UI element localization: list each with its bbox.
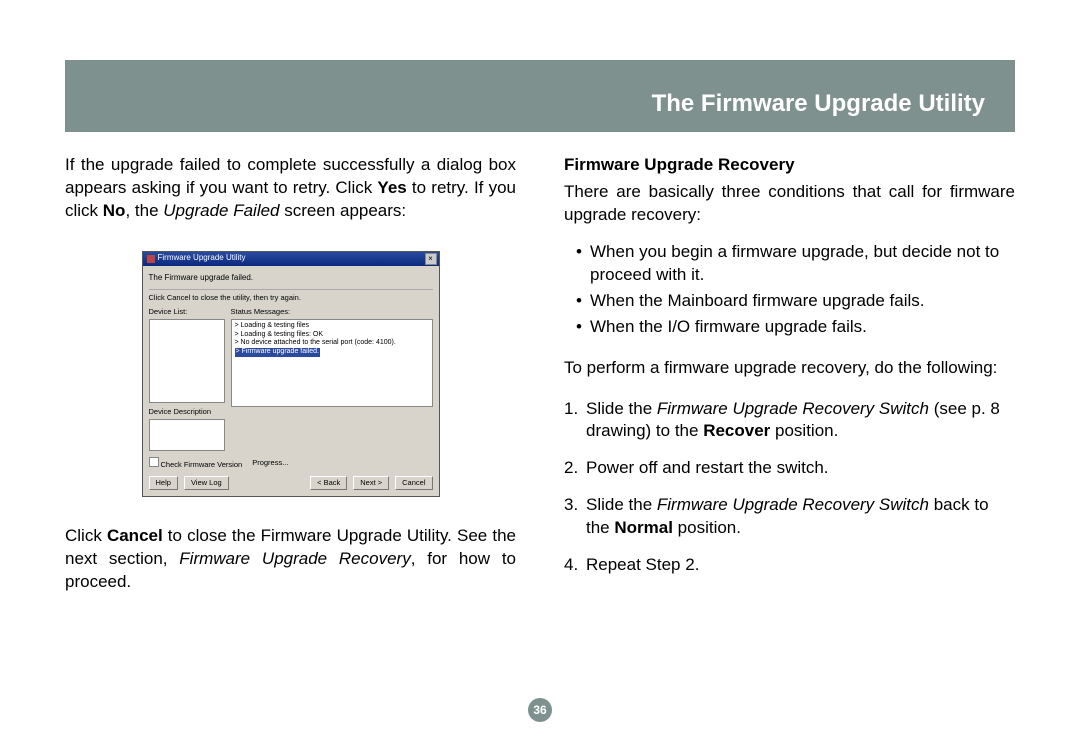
divider — [149, 289, 433, 290]
step-1: 1. Slide the Firmware Upgrade Recovery S… — [564, 398, 1015, 444]
recovery-steps: 1. Slide the Firmware Upgrade Recovery S… — [564, 398, 1015, 578]
left-paragraph-1: If the upgrade failed to complete succes… — [65, 154, 516, 223]
cancel-button[interactable]: Cancel — [395, 476, 432, 490]
firmware-check-row: Check Firmware Version Progress... — [149, 457, 433, 470]
page-header-banner: The Firmware Upgrade Utility — [65, 60, 1015, 132]
firmware-heading: The Firmware upgrade failed. — [149, 271, 433, 287]
check-firmware-label: Check Firmware Version — [161, 460, 243, 469]
page-title: The Firmware Upgrade Utility — [652, 90, 985, 118]
text: , the — [125, 201, 163, 220]
status-line-selected: > Firmware upgrade failed. — [235, 348, 320, 357]
section-title-recovery: Firmware Upgrade Recovery — [564, 154, 1015, 177]
text-italic: Firmware Upgrade Recovery Switch — [657, 495, 929, 514]
bullet-item: When the I/O firmware upgrade fails. — [576, 316, 1015, 339]
device-list[interactable] — [149, 319, 225, 403]
close-icon[interactable]: × — [425, 253, 437, 265]
text: screen appears: — [280, 201, 407, 220]
firmware-title: Firmware Upgrade Utility — [158, 253, 246, 264]
status-line: > Loading & testing files: OK — [235, 331, 429, 340]
left-paragraph-2: Click Cancel to close the Firmware Upgra… — [65, 525, 516, 594]
app-icon — [147, 255, 155, 263]
content-columns: If the upgrade failed to complete succes… — [65, 154, 1015, 598]
status-messages-label: Status Messages: — [231, 307, 433, 317]
text: Slide the — [586, 399, 657, 418]
firmware-body: The Firmware upgrade failed. Click Cance… — [143, 266, 439, 496]
device-description-label: Device Description — [149, 407, 225, 417]
firmware-titlebar: Firmware Upgrade Utility × — [143, 252, 439, 266]
step-number: 3. — [564, 494, 586, 517]
progress-label: Progress... — [252, 458, 288, 468]
step-2: 2. Power off and restart the switch. — [564, 457, 1015, 480]
text: position. — [673, 518, 741, 537]
step-4: 4. Repeat Step 2. — [564, 554, 1015, 577]
document-page: The Firmware Upgrade Utility If the upgr… — [0, 0, 1080, 742]
firmware-button-row: Help View Log < Back Next > Cancel — [149, 476, 433, 490]
left-column: If the upgrade failed to complete succes… — [65, 154, 516, 598]
recovery-intro: There are basically three conditions tha… — [564, 181, 1015, 227]
text-bold-no: No — [103, 201, 126, 220]
bullet-item: When the Mainboard firmware upgrade fail… — [576, 290, 1015, 313]
text-bold-cancel: Cancel — [107, 526, 163, 545]
text-bold-yes: Yes — [377, 178, 406, 197]
view-log-button[interactable]: View Log — [184, 476, 229, 490]
status-line: > No device attached to the serial port … — [235, 339, 429, 348]
recovery-lead: To perform a firmware upgrade recovery, … — [564, 357, 1015, 380]
text: Click — [65, 526, 107, 545]
firmware-window: Firmware Upgrade Utility × The Firmware … — [142, 251, 440, 497]
step-text: Power off and restart the switch. — [586, 457, 1015, 480]
text-italic-recovery: Firmware Upgrade Recovery — [179, 549, 410, 568]
status-line: > Loading & testing files — [235, 322, 429, 331]
page-number-badge: 36 — [528, 698, 552, 722]
recovery-bullets: When you begin a firmware upgrade, but d… — [564, 241, 1015, 339]
next-button[interactable]: Next > — [353, 476, 389, 490]
text: position. — [770, 421, 838, 440]
device-description-box — [149, 419, 225, 451]
text-bold: Normal — [614, 518, 673, 537]
status-messages-box[interactable]: > Loading & testing files > Loading & te… — [231, 319, 433, 407]
text-italic: Firmware Upgrade Recovery Switch — [657, 399, 929, 418]
step-text: Slide the Firmware Upgrade Recovery Swit… — [586, 494, 1015, 540]
text: Slide the — [586, 495, 657, 514]
firmware-subtext: Click Cancel to close the utility, then … — [149, 293, 433, 303]
step-text: Repeat Step 2. — [586, 554, 1015, 577]
help-button[interactable]: Help — [149, 476, 178, 490]
step-text: Slide the Firmware Upgrade Recovery Swit… — [586, 398, 1015, 444]
step-number: 1. — [564, 398, 586, 421]
step-3: 3. Slide the Firmware Upgrade Recovery S… — [564, 494, 1015, 540]
text-bold: Recover — [703, 421, 770, 440]
bullet-item: When you begin a firmware upgrade, but d… — [576, 241, 1015, 287]
check-firmware-checkbox[interactable] — [149, 457, 159, 467]
step-number: 2. — [564, 457, 586, 480]
text-italic-upgrade-failed: Upgrade Failed — [163, 201, 279, 220]
device-list-label: Device List: — [149, 307, 225, 317]
right-column: Firmware Upgrade Recovery There are basi… — [564, 154, 1015, 598]
step-number: 4. — [564, 554, 586, 577]
back-button[interactable]: < Back — [310, 476, 347, 490]
